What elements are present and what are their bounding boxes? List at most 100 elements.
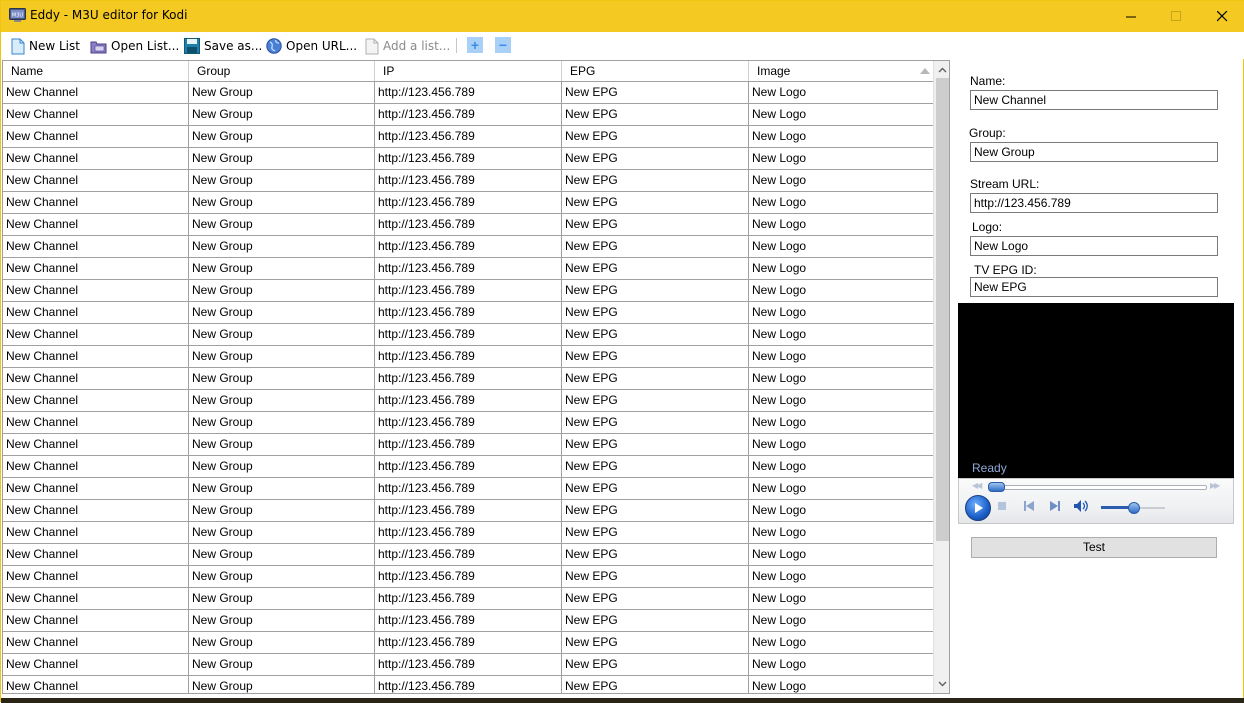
cell-group[interactable]: New Group [189,654,375,675]
cell-epg[interactable]: New EPG [562,522,749,543]
table-row[interactable]: New Channel New Group http://123.456.789 Ne… [3,588,933,610]
cell-group[interactable]: New Group [189,522,375,543]
cell-name[interactable]: New Channel [3,192,189,213]
cell-epg[interactable]: New EPG [562,324,749,345]
cell-group[interactable]: New Group [189,302,375,323]
table-row[interactable]: New Channel New Group http://123.456.789 Ne… [3,676,933,693]
cell-image[interactable]: New Logo [749,676,933,693]
seek-thumb[interactable] [988,482,1005,492]
cell-epg[interactable]: New EPG [562,566,749,587]
open-list-button[interactable]: Open List... [90,36,179,56]
cell-name[interactable]: New Channel [3,104,189,125]
scroll-down-button[interactable] [934,676,949,692]
column-header-name[interactable]: Name [3,61,189,81]
cell-group[interactable]: New Group [189,346,375,367]
column-header-group[interactable]: Group [189,61,375,81]
cell-ip[interactable]: http://123.456.789 [375,148,562,169]
cell-name[interactable]: New Channel [3,610,189,631]
table-row[interactable]: New Channel New Group http://123.456.789 Ne… [3,280,933,302]
cell-ip[interactable]: http://123.456.789 [375,368,562,389]
cell-image[interactable]: New Logo [749,170,933,191]
cell-group[interactable]: New Group [189,324,375,345]
table-row[interactable]: New Channel New Group http://123.456.789 Ne… [3,324,933,346]
cell-name[interactable]: New Channel [3,236,189,257]
cell-group[interactable]: New Group [189,192,375,213]
volume-thumb[interactable] [1128,502,1140,514]
cell-epg[interactable]: New EPG [562,214,749,235]
cell-ip[interactable]: http://123.456.789 [375,544,562,565]
fast-forward-icon[interactable]: ▶▶ [1210,481,1220,490]
cell-epg[interactable]: New EPG [562,434,749,455]
cell-group[interactable]: New Group [189,214,375,235]
cell-epg[interactable]: New EPG [562,390,749,411]
cell-ip[interactable]: http://123.456.789 [375,478,562,499]
cell-image[interactable]: New Logo [749,632,933,653]
cell-epg[interactable]: New EPG [562,500,749,521]
rewind-icon[interactable]: ◀◀ [972,481,982,490]
table-row[interactable]: New Channel New Group http://123.456.789 Ne… [3,390,933,412]
cell-image[interactable]: New Logo [749,302,933,323]
cell-name[interactable]: New Channel [3,544,189,565]
cell-group[interactable]: New Group [189,368,375,389]
cell-name[interactable]: New Channel [3,676,189,693]
cell-image[interactable]: New Logo [749,456,933,477]
table-row[interactable]: New Channel New Group http://123.456.789 Ne… [3,346,933,368]
cell-ip[interactable]: http://123.456.789 [375,214,562,235]
cell-image[interactable]: New Logo [749,566,933,587]
cell-name[interactable]: New Channel [3,654,189,675]
previous-track-icon[interactable] [1023,501,1035,511]
cell-epg[interactable]: New EPG [562,478,749,499]
table-row[interactable]: New Channel New Group http://123.456.789 Ne… [3,434,933,456]
cell-epg[interactable]: New EPG [562,236,749,257]
cell-epg[interactable]: New EPG [562,368,749,389]
cell-group[interactable]: New Group [189,676,375,693]
table-row[interactable]: New Channel New Group http://123.456.789 Ne… [3,632,933,654]
table-row[interactable]: New Channel New Group http://123.456.789 Ne… [3,610,933,632]
table-row[interactable]: New Channel New Group http://123.456.789 Ne… [3,500,933,522]
add-row-button[interactable]: + [467,37,483,53]
cell-ip[interactable]: http://123.456.789 [375,632,562,653]
cell-name[interactable]: New Channel [3,478,189,499]
table-row[interactable]: New Channel New Group http://123.456.789 Ne… [3,566,933,588]
volume-icon[interactable] [1073,499,1089,513]
open-url-button[interactable]: Open URL... [266,36,357,56]
cell-epg[interactable]: New EPG [562,192,749,213]
cell-name[interactable]: New Channel [3,148,189,169]
cell-name[interactable]: New Channel [3,346,189,367]
cell-group[interactable]: New Group [189,566,375,587]
column-header-ip[interactable]: IP [375,61,562,81]
table-row[interactable]: New Channel New Group http://123.456.789 Ne… [3,82,933,104]
cell-group[interactable]: New Group [189,104,375,125]
cell-epg[interactable]: New EPG [562,280,749,301]
cell-name[interactable]: New Channel [3,302,189,323]
cell-epg[interactable]: New EPG [562,302,749,323]
scroll-up-button[interactable] [934,62,949,78]
cell-epg[interactable]: New EPG [562,104,749,125]
cell-epg[interactable]: New EPG [562,258,749,279]
tv-epg-id-field[interactable]: New EPG [970,277,1218,297]
column-header-epg[interactable]: EPG [562,61,749,81]
cell-group[interactable]: New Group [189,170,375,191]
cell-group[interactable]: New Group [189,456,375,477]
cell-epg[interactable]: New EPG [562,170,749,191]
cell-name[interactable]: New Channel [3,82,189,103]
cell-name[interactable]: New Channel [3,412,189,433]
table-row[interactable]: New Channel New Group http://123.456.789 Ne… [3,148,933,170]
table-row[interactable]: New Channel New Group http://123.456.789 Ne… [3,412,933,434]
cell-image[interactable]: New Logo [749,588,933,609]
cell-image[interactable]: New Logo [749,214,933,235]
cell-ip[interactable]: http://123.456.789 [375,324,562,345]
cell-name[interactable]: New Channel [3,280,189,301]
cell-ip[interactable]: http://123.456.789 [375,654,562,675]
cell-epg[interactable]: New EPG [562,346,749,367]
table-row[interactable]: New Channel New Group http://123.456.789 Ne… [3,368,933,390]
cell-name[interactable]: New Channel [3,170,189,191]
cell-group[interactable]: New Group [189,236,375,257]
cell-ip[interactable]: http://123.456.789 [375,676,562,693]
table-row[interactable]: New Channel New Group http://123.456.789 Ne… [3,170,933,192]
cell-ip[interactable]: http://123.456.789 [375,390,562,411]
cell-ip[interactable]: http://123.456.789 [375,434,562,455]
scrollbar-thumb[interactable] [936,78,949,541]
cell-group[interactable]: New Group [189,258,375,279]
cell-epg[interactable]: New EPG [562,654,749,675]
